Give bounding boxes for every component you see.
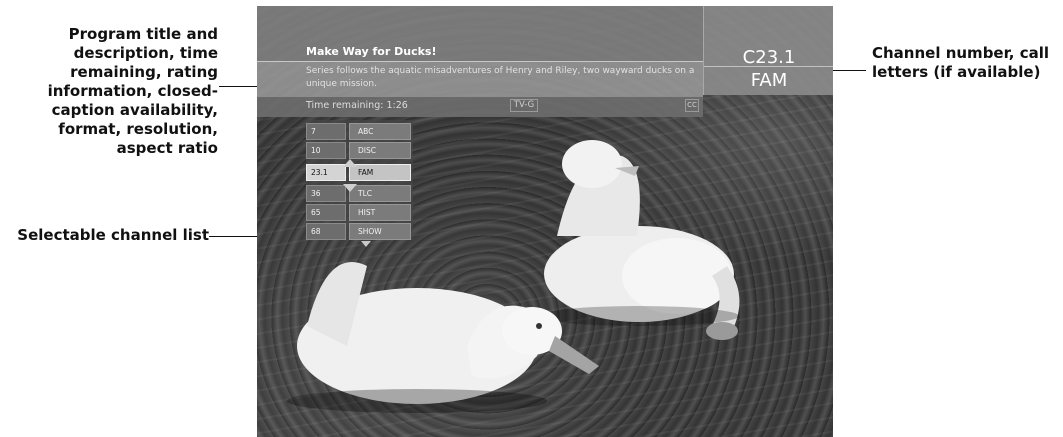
- channel-list-call-letters: DISC: [349, 142, 411, 159]
- callout-line: Program title and: [68, 25, 218, 43]
- channel-list-number: 23.1: [306, 164, 346, 181]
- duck-image-left: [287, 262, 599, 413]
- channel-list-item[interactable]: 10 DISC: [306, 142, 413, 159]
- channel-list-number: 36: [306, 185, 346, 202]
- callout-line: letters (if available): [872, 63, 1041, 81]
- time-remaining: Time remaining: 1:26: [306, 100, 408, 111]
- channel-list-callout: Selectable channel list: [17, 226, 209, 244]
- selection-up-arrow-icon: [343, 159, 357, 167]
- channel-list-number: 65: [306, 204, 346, 221]
- channel-divider: [704, 66, 833, 67]
- program-info-callout: Program title and description, time rema…: [20, 25, 218, 158]
- channel-list-number: 7: [306, 123, 346, 140]
- channel-id-callout: Channel number, call letters (if availab…: [872, 44, 1062, 82]
- channel-list-item[interactable]: 65 HIST: [306, 204, 413, 221]
- channel-list-call-letters: SHOW: [349, 223, 411, 240]
- callout-line: remaining, rating: [70, 63, 218, 81]
- program-description: Series follows the aquatic misadventures…: [306, 66, 695, 89]
- channel-list-item[interactable]: 36 TLC: [306, 185, 413, 202]
- channel-list-call-letters: FAM: [349, 164, 411, 181]
- channel-list-item-selected[interactable]: 23.1 FAM: [306, 164, 413, 181]
- channel-list: 7 ABC 10 DISC 23.1 FAM 36 TLC 65 HIST 68…: [306, 120, 413, 240]
- callout-line: format, resolution,: [58, 120, 218, 138]
- channel-info-box: C23.1 FAM: [703, 6, 833, 95]
- rating-badge: TV-G: [510, 99, 538, 112]
- channel-list-item[interactable]: 68 SHOW: [306, 223, 413, 240]
- channel-list-item[interactable]: 7 ABC: [306, 123, 413, 140]
- closed-caption-icon: CC: [685, 99, 699, 112]
- callout-line: Channel number, call: [872, 44, 1050, 62]
- callout-line: aspect ratio: [116, 139, 218, 157]
- callout-line: information, closed-: [47, 82, 218, 100]
- channel-list-number: 68: [306, 223, 346, 240]
- channel-list-call-letters: HIST: [349, 204, 411, 221]
- callout-line: caption availability,: [51, 101, 218, 119]
- call-letters: FAM: [750, 70, 788, 91]
- channel-number: C23.1: [742, 47, 796, 68]
- callout-line: description, time: [73, 44, 218, 62]
- scroll-down-arrow-icon[interactable]: [361, 241, 371, 247]
- selection-down-arrow-icon: [343, 184, 357, 192]
- tv-screen: Make Way for Ducks! Series follows the a…: [257, 6, 833, 437]
- channel-list-number: 10: [306, 142, 346, 159]
- program-title: Make Way for Ducks!: [306, 45, 437, 58]
- channel-list-call-letters: TLC: [349, 185, 411, 202]
- channel-list-call-letters: ABC: [349, 123, 411, 140]
